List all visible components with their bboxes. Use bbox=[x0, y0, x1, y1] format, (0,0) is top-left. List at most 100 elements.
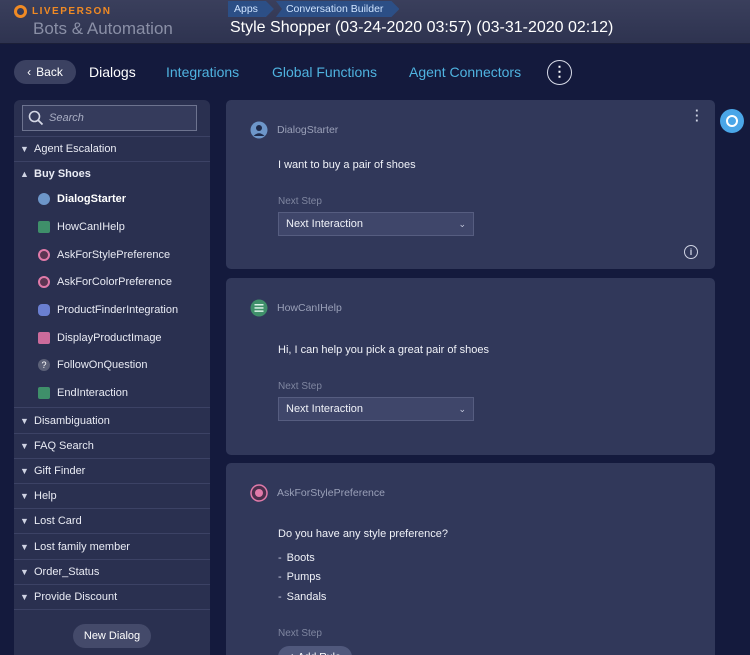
search-box bbox=[22, 105, 197, 131]
group-gift-finder[interactable]: ▼ Gift Finder bbox=[14, 458, 210, 483]
image-icon bbox=[38, 332, 50, 344]
dialog-label: EndInteraction bbox=[57, 387, 128, 399]
dialog-sidebar: ▼ Agent Escalation ▲ Buy Shoes DialogSta… bbox=[14, 100, 210, 655]
multiple-choice-icon bbox=[250, 484, 268, 502]
add-rule-button[interactable]: + Add Rule bbox=[278, 646, 352, 655]
group-buy-shoes[interactable]: ▲ Buy Shoes bbox=[14, 161, 210, 186]
tab-global-functions[interactable]: Global Functions bbox=[272, 64, 377, 80]
group-label: Order_Status bbox=[34, 565, 100, 578]
dialog-label: AskForStylePreference bbox=[57, 249, 171, 261]
assistant-icon bbox=[726, 115, 738, 127]
dialog-item-howcanihelp[interactable]: HowCanIHelp bbox=[38, 216, 208, 238]
card-name: DialogStarter bbox=[277, 124, 339, 136]
group-label: Help bbox=[34, 489, 57, 502]
chevron-left-icon: ‹ bbox=[27, 65, 32, 79]
next-step-select[interactable]: Next Interaction ⌄ bbox=[278, 397, 474, 421]
group-label: Gift Finder bbox=[34, 464, 86, 477]
next-step-value: Next Interaction bbox=[286, 218, 364, 230]
interaction-card-askforstylepreference[interactable]: AskForStylePreference Do you have any st… bbox=[226, 463, 715, 655]
group-lost-card[interactable]: ▼ Lost Card bbox=[14, 508, 210, 533]
next-step-label: Next Step bbox=[278, 196, 322, 207]
card-text[interactable]: I want to buy a pair of shoes bbox=[278, 159, 416, 171]
dialog-label: DialogStarter bbox=[57, 193, 127, 205]
card-header: DialogStarter bbox=[250, 121, 338, 139]
tab-agent-connectors[interactable]: Agent Connectors bbox=[409, 64, 521, 80]
dialog-label: FollowOnQuestion bbox=[57, 359, 148, 371]
tab-integrations[interactable]: Integrations bbox=[166, 64, 239, 80]
chevron-down-icon: ▼ bbox=[20, 490, 29, 501]
interaction-card-dialogstarter[interactable]: · · · DialogStarter I want to buy a pair o… bbox=[226, 100, 715, 269]
brand-logo: LIVEPERSON bbox=[14, 5, 111, 18]
tab-dialogs[interactable]: Dialogs bbox=[89, 64, 136, 80]
search-input[interactable] bbox=[49, 112, 189, 124]
next-step-value: Next Interaction bbox=[286, 403, 364, 415]
top-header: LIVEPERSON Bots & Automation Apps Conver… bbox=[0, 0, 750, 44]
back-button[interactable]: ‹ Back bbox=[14, 60, 76, 84]
next-step-select[interactable]: Next Interaction ⌄ bbox=[278, 212, 474, 236]
next-step-label: Next Step bbox=[278, 381, 322, 392]
product-name: Bots & Automation bbox=[33, 19, 173, 38]
cloud-icon bbox=[38, 304, 50, 316]
breadcrumb-apps[interactable]: Apps bbox=[228, 1, 274, 17]
group-label: Buy Shoes bbox=[34, 167, 91, 180]
chevron-down-icon: ▼ bbox=[20, 143, 29, 154]
group-faq-search[interactable]: ▼ FAQ Search bbox=[14, 433, 210, 458]
dialog-label: HowCanIHelp bbox=[57, 221, 125, 233]
group-label: Agent Escalation bbox=[34, 142, 117, 155]
group-label: Lost family member bbox=[34, 540, 130, 553]
more-options-button[interactable]: ⋮ bbox=[547, 60, 572, 85]
card-header: HowCanIHelp bbox=[250, 299, 342, 317]
dialog-item-followonquestion[interactable]: ? FollowOnQuestion bbox=[38, 354, 208, 376]
user-icon bbox=[38, 193, 50, 205]
text-icon bbox=[38, 387, 50, 399]
multiple-choice-icon bbox=[38, 276, 50, 288]
dialog-label: ProductFinderIntegration bbox=[57, 304, 179, 316]
user-icon bbox=[250, 121, 268, 139]
group-lost-family-member[interactable]: ▼ Lost family member bbox=[14, 534, 210, 559]
dialog-item-productfinderintegration[interactable]: ProductFinderIntegration bbox=[38, 299, 208, 321]
search-icon bbox=[23, 110, 49, 126]
card-text[interactable]: Do you have any style preference? bbox=[278, 528, 448, 540]
dialog-item-askforcolorpreference[interactable]: AskForColorPreference bbox=[38, 271, 208, 293]
dialog-label: DisplayProductImage bbox=[57, 332, 162, 344]
chevron-down-icon: ▼ bbox=[20, 541, 29, 552]
brand-name: LIVEPERSON bbox=[32, 6, 112, 17]
breadcrumb: Apps Conversation Builder bbox=[228, 1, 401, 17]
chevron-down-icon: ▼ bbox=[20, 566, 29, 577]
chevron-down-icon: ▼ bbox=[20, 415, 29, 426]
card-menu-icon[interactable]: · · · bbox=[695, 104, 699, 127]
card-name: HowCanIHelp bbox=[277, 302, 342, 314]
dialog-item-displayproductimage[interactable]: DisplayProductImage bbox=[38, 327, 208, 349]
group-agent-escalation[interactable]: ▼ Agent Escalation bbox=[14, 136, 210, 161]
divider bbox=[14, 609, 210, 610]
group-help[interactable]: ▼ Help bbox=[14, 483, 210, 508]
group-provide-discount[interactable]: ▼ Provide Discount bbox=[14, 584, 210, 609]
group-label: FAQ Search bbox=[34, 439, 94, 452]
chevron-down-icon: ▼ bbox=[20, 515, 29, 526]
group-disambiguation[interactable]: ▼ Disambiguation bbox=[14, 408, 210, 433]
card-text[interactable]: Hi, I can help you pick a great pair of … bbox=[278, 344, 489, 356]
group-label: Lost Card bbox=[34, 514, 82, 527]
new-dialog-button[interactable]: New Dialog bbox=[73, 624, 151, 648]
next-step-label: Next Step bbox=[278, 628, 322, 639]
floating-action-button[interactable] bbox=[720, 109, 744, 133]
card-header: AskForStylePreference bbox=[250, 484, 385, 502]
group-order-status[interactable]: ▼ Order_Status bbox=[14, 559, 210, 584]
option-item[interactable]: Pumps bbox=[278, 571, 321, 583]
option-item[interactable]: Sandals bbox=[278, 591, 327, 603]
chevron-down-icon: ▼ bbox=[20, 591, 29, 602]
info-icon[interactable]: i bbox=[684, 245, 698, 259]
interaction-card-howcanihelp[interactable]: HowCanIHelp Hi, I can help you pick a gr… bbox=[226, 278, 715, 455]
option-item[interactable]: Boots bbox=[278, 552, 315, 564]
dialog-item-dialogstarter[interactable]: DialogStarter bbox=[38, 188, 208, 210]
liveperson-logo-icon bbox=[14, 5, 27, 18]
multiple-choice-icon bbox=[38, 249, 50, 261]
bot-title: Style Shopper (03-24-2020 03:57) (03-31-… bbox=[230, 19, 614, 36]
question-icon: ? bbox=[38, 359, 50, 371]
card-name: AskForStylePreference bbox=[277, 487, 385, 499]
back-label: Back bbox=[36, 65, 63, 79]
dialog-canvas: · · · DialogStarter I want to buy a pair o… bbox=[216, 100, 750, 655]
breadcrumb-conversation-builder[interactable]: Conversation Builder bbox=[276, 1, 399, 17]
dialog-item-endinteraction[interactable]: EndInteraction bbox=[38, 382, 208, 404]
dialog-item-askforstylepreference[interactable]: AskForStylePreference bbox=[38, 244, 208, 266]
